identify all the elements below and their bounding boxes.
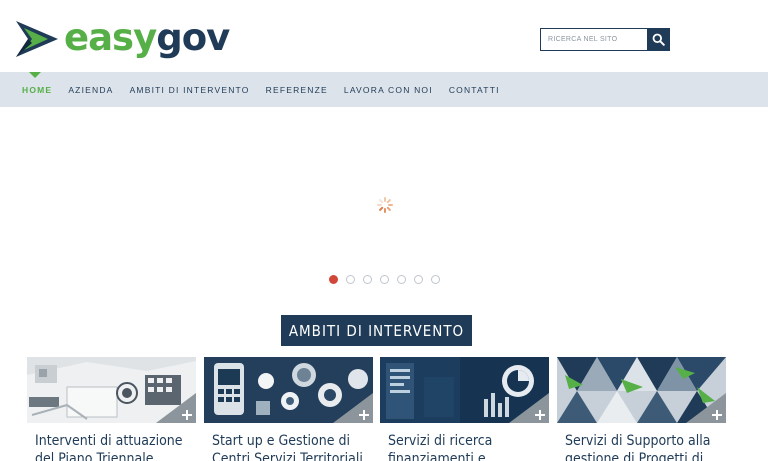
section-title: AMBITI DI INTERVENTO xyxy=(281,315,472,346)
expand-plus-icon xyxy=(509,393,549,423)
slider-dot-2[interactable] xyxy=(346,275,355,284)
expand-plus-icon xyxy=(156,393,196,423)
slider-pagination xyxy=(329,275,448,284)
nav-item-ambiti[interactable]: AMBITI DI INTERVENTO xyxy=(130,85,250,95)
main-nav: HOME AZIENDA AMBITI DI INTERVENTO REFERE… xyxy=(0,72,768,107)
hero-slider xyxy=(0,107,768,297)
card-supporto-progetti[interactable]: Servizi di Supporto alla gestione di Pro… xyxy=(557,357,726,461)
logo-wordmark: easygov xyxy=(64,15,230,59)
search-icon xyxy=(652,33,665,46)
slider-dot-5[interactable] xyxy=(397,275,406,284)
card-centri-servizi[interactable]: Start up e Gestione di Centri Servizi Te… xyxy=(204,357,373,461)
logo-arrow-icon xyxy=(16,21,58,57)
expand-plus-icon xyxy=(333,393,373,423)
nav-item-azienda[interactable]: AZIENDA xyxy=(68,85,113,95)
loading-spinner-icon xyxy=(377,197,393,213)
site-header: easygov xyxy=(0,0,768,72)
slider-dot-3[interactable] xyxy=(363,275,372,284)
slider-dot-4[interactable] xyxy=(380,275,389,284)
easygov-logo[interactable]: easygov xyxy=(14,15,230,61)
card-piano-triennale[interactable]: Interventi di attuazione del Piano Trien… xyxy=(27,357,196,461)
card-title: Servizi di Supporto alla gestione di Pro… xyxy=(565,433,711,461)
nav-item-contatti[interactable]: CONTATTI xyxy=(449,85,500,95)
site-search xyxy=(540,28,670,51)
cards-grid: Interventi di attuazione del Piano Trien… xyxy=(27,357,727,461)
nav-item-home[interactable]: HOME xyxy=(22,85,52,95)
card-title: Start up e Gestione di Centri Servizi Te… xyxy=(212,433,363,461)
search-button[interactable] xyxy=(647,28,670,51)
active-nav-caret-icon xyxy=(29,72,41,78)
search-input[interactable] xyxy=(540,28,647,51)
logo-gov: gov xyxy=(156,15,230,59)
card-title: Interventi di attuazione del Piano Trien… xyxy=(35,433,183,461)
logo-easy: easy xyxy=(64,15,157,59)
slider-dot-7[interactable] xyxy=(431,275,440,284)
nav-item-referenze[interactable]: REFERENZE xyxy=(266,85,328,95)
slider-dot-1[interactable] xyxy=(329,275,338,284)
expand-plus-icon xyxy=(686,393,726,423)
card-ricerca-finanziamenti[interactable]: Servizi di ricerca finanziamenti e xyxy=(380,357,549,461)
card-title: Servizi di ricerca finanziamenti e xyxy=(388,433,493,461)
slider-dot-6[interactable] xyxy=(414,275,423,284)
nav-item-lavora[interactable]: LAVORA CON NOI xyxy=(344,85,433,95)
